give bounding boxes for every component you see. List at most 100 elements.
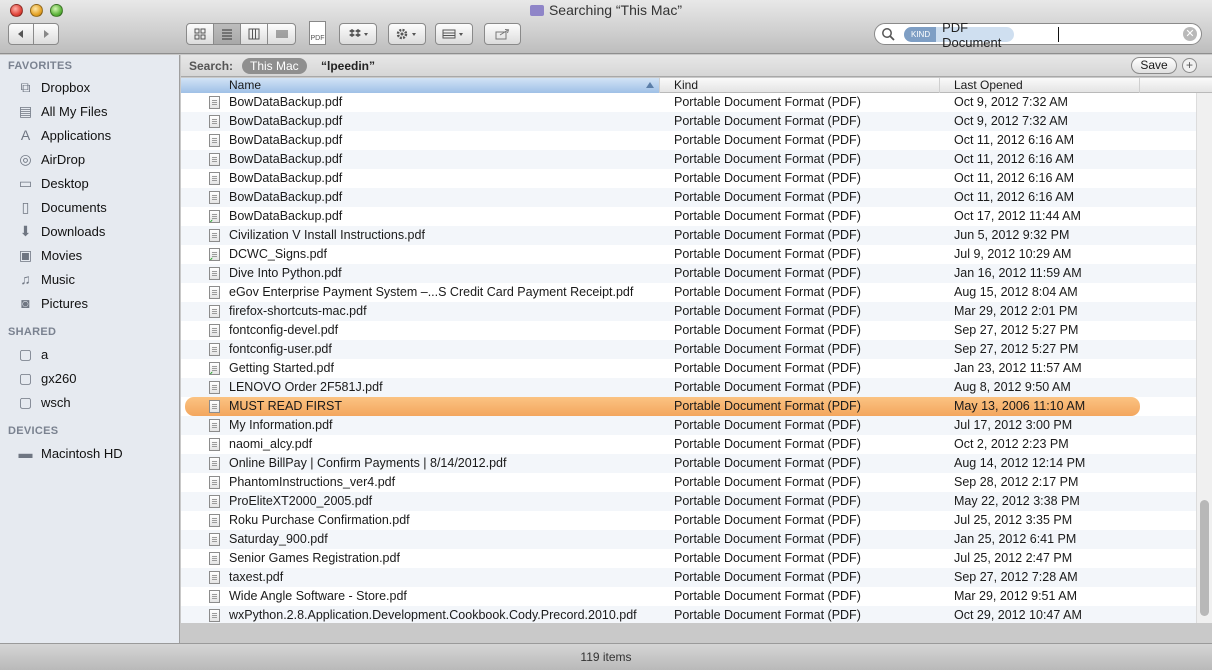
sidebar-item-all-my-files[interactable]: ▤ All My Files (16, 100, 176, 122)
table-row[interactable]: firefox-shortcuts-mac.pdf Portable Docume… (181, 302, 1196, 321)
sidebar-item-macintosh-hd[interactable]: ▬ Macintosh HD (16, 442, 176, 464)
table-row[interactable]: Wide Angle Software - Store.pdf Portable … (181, 587, 1196, 606)
sidebar-item-movies[interactable]: ▣ Movies (16, 244, 176, 266)
table-row[interactable]: LENOVO Order 2F581J.pdf Portable Document… (181, 378, 1196, 397)
file-kind: Portable Document Format (PDF) (674, 342, 861, 356)
sidebar-item-music[interactable]: ♫ Music (16, 268, 176, 290)
file-name: Roku Purchase Confirmation.pdf (229, 513, 410, 527)
pdf-file-icon (209, 172, 220, 185)
coverflow-view-button[interactable] (267, 23, 296, 45)
hard-drive-icon: ▬ (18, 445, 33, 461)
smart-folder-icon (529, 5, 544, 16)
file-kind: Portable Document Format (PDF) (674, 304, 861, 318)
sidebar-item-label: Downloads (41, 223, 106, 239)
table-row[interactable]: Civilization V Install Instructions.pdf P… (181, 226, 1196, 245)
sidebar-item-a[interactable]: ▢ a (16, 343, 176, 365)
file-last-opened: Jan 16, 2012 11:59 AM (954, 266, 1082, 280)
table-row-selected[interactable]: MUST READ FIRST Portable Document Format … (185, 397, 1140, 416)
search-field[interactable]: KIND PDF Document ✕ (874, 20, 1202, 50)
file-name: BowDataBackup.pdf (229, 209, 343, 223)
file-last-opened: May 22, 2012 3:38 PM (954, 494, 1080, 508)
table-row[interactable]: Senior Games Registration.pdf Portable Do… (181, 549, 1196, 568)
table-row[interactable]: fontconfig-devel.pdf Portable Document Fo… (181, 321, 1196, 340)
sidebar-item-downloads[interactable]: ⬇ Downloads (16, 220, 176, 242)
file-name: fontconfig-devel.pdf (229, 323, 339, 337)
desktop-icon: ▭ (18, 174, 33, 191)
table-row[interactable]: BowDataBackup.pdf Portable Document Forma… (181, 188, 1196, 207)
file-name: BowDataBackup.pdf (229, 171, 343, 185)
file-last-opened: Oct 11, 2012 6:16 AM (954, 133, 1074, 147)
list-view-icon (222, 29, 232, 40)
file-name: Dive Into Python.pdf (229, 266, 342, 280)
action-menu-button[interactable] (388, 23, 426, 45)
table-row[interactable]: eGov Enterprise Payment System –...S Cre… (181, 283, 1196, 302)
column-header-name[interactable]: Name (181, 78, 660, 93)
table-row[interactable]: DCWC_Signs.pdf Portable Document Format (… (181, 245, 1196, 264)
table-row[interactable]: BowDataBackup.pdf Portable Document Forma… (181, 93, 1196, 112)
vertical-scrollbar[interactable] (1196, 93, 1212, 623)
icon-view-button[interactable] (186, 23, 214, 45)
table-row[interactable]: Roku Purchase Confirmation.pdf Portable D… (181, 511, 1196, 530)
pdf-file-icon (209, 381, 220, 394)
file-last-opened: Jan 23, 2012 11:57 AM (954, 361, 1082, 375)
pdf-document-icon[interactable]: PDF (309, 21, 326, 45)
table-row[interactable]: Online BillPay | Confirm Payments | 8/14… (181, 454, 1196, 473)
column-header-kind[interactable]: Kind (660, 78, 940, 93)
column-view-button[interactable] (240, 23, 268, 45)
scope-this-mac-button[interactable]: This Mac (242, 58, 307, 74)
sidebar-item-pictures[interactable]: ◙ Pictures (16, 292, 176, 314)
table-row[interactable]: PhantomInstructions_ver4.pdf Portable Doc… (181, 473, 1196, 492)
back-button[interactable] (8, 23, 34, 45)
table-header: Name Kind Last Opened (181, 78, 1212, 93)
table-row[interactable]: wxPython.2.8.Application.Development.Coo… (181, 606, 1196, 623)
table-row[interactable]: BowDataBackup.pdf Portable Document Forma… (181, 131, 1196, 150)
file-last-opened: Sep 28, 2012 2:17 PM (954, 475, 1079, 489)
save-search-button[interactable]: Save (1131, 57, 1177, 74)
clear-search-icon[interactable]: ✕ (1183, 27, 1197, 41)
file-last-opened: Oct 11, 2012 6:16 AM (954, 171, 1074, 185)
share-button[interactable] (484, 23, 521, 45)
file-kind: Portable Document Format (PDF) (674, 209, 861, 223)
list-view-button[interactable] (213, 23, 241, 45)
file-last-opened: Jan 25, 2012 6:41 PM (954, 532, 1077, 546)
table-row[interactable]: Dive Into Python.pdf Portable Document Fo… (181, 264, 1196, 283)
pdf-file-icon (209, 267, 220, 280)
file-kind: Portable Document Format (PDF) (674, 475, 861, 489)
table-row[interactable]: taxest.pdf Portable Document Format (PDF)… (181, 568, 1196, 587)
file-kind: Portable Document Format (PDF) (674, 532, 861, 546)
table-row[interactable]: ProEliteXT2000_2005.pdf Portable Document… (181, 492, 1196, 511)
scope-user-button[interactable]: “lpeedin” (321, 59, 375, 73)
table-row[interactable]: naomi_alcy.pdf Portable Document Format (… (181, 435, 1196, 454)
table-row[interactable]: BowDataBackup.pdf Portable Document Forma… (181, 169, 1196, 188)
file-kind: Portable Document Format (PDF) (674, 285, 861, 299)
table-row[interactable]: BowDataBackup.pdf Portable Document Forma… (181, 112, 1196, 131)
file-kind: Portable Document Format (PDF) (674, 133, 861, 147)
pdf-file-icon (209, 324, 220, 337)
sidebar-item-dropbox[interactable]: ⧉ Dropbox (16, 76, 176, 98)
forward-button[interactable] (33, 23, 59, 45)
back-arrow-icon (18, 30, 23, 38)
sidebar-item-label: Dropbox (41, 79, 91, 95)
sidebar-item-gx260[interactable]: ▢ gx260 (16, 367, 176, 389)
file-last-opened: Sep 27, 2012 7:28 AM (954, 570, 1078, 584)
dropbox-menu-button[interactable] (339, 23, 377, 45)
file-name: firefox-shortcuts-mac.pdf (229, 304, 367, 318)
scrollbar-thumb[interactable] (1200, 500, 1209, 616)
sidebar-item-airdrop[interactable]: ◎ AirDrop (16, 148, 176, 170)
table-row[interactable]: Saturday_900.pdf Portable Document Format… (181, 530, 1196, 549)
table-row[interactable]: fontconfig-user.pdf Portable Document For… (181, 340, 1196, 359)
sidebar-item-desktop[interactable]: ▭ Desktop (16, 172, 176, 194)
table-row[interactable]: Getting Started.pdf Portable Document For… (181, 359, 1196, 378)
table-row[interactable]: BowDataBackup.pdf Portable Document Forma… (181, 207, 1196, 226)
sidebar-item-applications[interactable]: A Applications (16, 124, 176, 146)
arrange-menu-button[interactable] (435, 23, 473, 45)
table-row[interactable]: My Information.pdf Portable Document Form… (181, 416, 1196, 435)
add-criteria-button[interactable]: + (1182, 58, 1197, 73)
file-name: BowDataBackup.pdf (229, 152, 343, 166)
sidebar-item-wsch[interactable]: ▢ wsch (16, 391, 176, 413)
column-header-last-opened[interactable]: Last Opened (940, 78, 1140, 93)
sidebar-item-documents[interactable]: ▯ Documents (16, 196, 176, 218)
window-titlebar: Searching “This Mac” PDF KIND PDF Docume… (0, 0, 1212, 54)
search-token-kind[interactable]: KIND PDF Document (904, 20, 1014, 50)
table-row[interactable]: BowDataBackup.pdf Portable Document Forma… (181, 150, 1196, 169)
